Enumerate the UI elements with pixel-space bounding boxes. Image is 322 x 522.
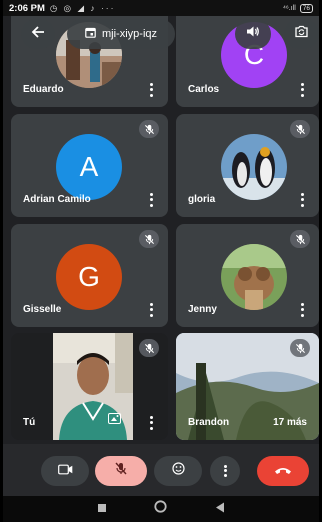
mic-off-icon — [290, 339, 310, 357]
more-options-button[interactable] — [210, 456, 240, 486]
arrow-left-icon — [31, 25, 45, 44]
videocam-icon — [57, 462, 73, 480]
mic-off-icon — [290, 230, 310, 248]
meet-call-screen: 2:06 PM ◷ ◎ ◢ ♪ ··· ⁴⁶.ıll 76 Eduardo C … — [3, 0, 319, 522]
back-nav-icon[interactable] — [215, 500, 225, 518]
avatar — [221, 134, 287, 200]
reactions-button[interactable] — [154, 456, 202, 486]
participant-tile-self[interactable]: Tú — [11, 333, 168, 440]
participant-name: Gisselle — [23, 304, 62, 315]
microphone-toggle-button[interactable] — [95, 456, 147, 486]
mic-off-icon — [139, 230, 159, 248]
more-vert-icon[interactable] — [297, 302, 307, 318]
battery-icon: 76 — [299, 3, 313, 13]
camera-toggle-button[interactable] — [41, 456, 89, 486]
camera-switch-icon — [294, 25, 309, 43]
signal-icon: ⁴⁶.ıll — [282, 4, 296, 12]
more-vert-icon[interactable] — [146, 82, 156, 98]
meeting-code: mji-xiyp-iqz — [102, 28, 157, 40]
avatar-initial: A — [79, 151, 99, 182]
calendar-icon — [85, 27, 96, 41]
participant-tile-brandon[interactable]: Brandon 17 más — [176, 333, 319, 440]
mic-off-icon — [115, 462, 127, 480]
participant-tile-adrian-camilo[interactable]: A Adrian Camilo — [11, 114, 168, 217]
system-navigation-bar — [3, 496, 319, 522]
avatar: G — [56, 244, 122, 310]
more-vert-icon[interactable] — [146, 415, 156, 431]
participant-name: Jenny — [188, 304, 217, 315]
meeting-info-button[interactable]: mji-xiyp-iqz — [67, 19, 175, 49]
audio-output-button[interactable] — [235, 19, 271, 49]
mic-off-icon — [139, 120, 159, 138]
status-time: 2:06 PM — [9, 2, 45, 14]
more-vert-icon[interactable] — [146, 192, 156, 208]
emoji-icon — [171, 462, 185, 480]
background-effects-icon[interactable] — [108, 411, 121, 429]
avatar — [221, 244, 287, 310]
home-icon[interactable] — [154, 500, 168, 518]
participant-tile-jenny[interactable]: Jenny — [176, 224, 319, 327]
avatar-initial: G — [78, 261, 100, 292]
participant-tile-gisselle[interactable]: G Gisselle — [11, 224, 168, 327]
more-vert-icon[interactable] — [297, 82, 307, 98]
back-button[interactable] — [21, 19, 55, 49]
more-vert-icon[interactable] — [297, 192, 307, 208]
notification-icons: ◷ ◎ ◢ ♪ ··· — [49, 2, 116, 13]
call-controls-bar — [3, 444, 319, 496]
more-vert-icon — [220, 464, 230, 478]
participant-name: Adrian Camilo — [23, 194, 91, 205]
participant-tile-gloria[interactable]: gloria — [176, 114, 319, 217]
mic-off-icon — [290, 120, 310, 138]
status-bar: 2:06 PM ◷ ◎ ◢ ♪ ··· ⁴⁶.ıll 76 — [3, 0, 319, 16]
avatar: A — [56, 134, 122, 200]
participant-name: Brandon — [188, 417, 230, 428]
speaker-icon — [246, 25, 260, 43]
self-video-feed — [53, 333, 133, 440]
participant-name: Carlos — [188, 84, 220, 95]
status-indicators: ⁴⁶.ıll 76 — [282, 3, 313, 13]
end-call-button[interactable] — [257, 456, 309, 486]
participant-name: gloria — [188, 194, 216, 205]
participant-name: Tú — [23, 417, 36, 428]
recents-icon[interactable] — [97, 500, 107, 518]
more-vert-icon[interactable] — [146, 302, 156, 318]
mic-off-icon — [139, 339, 159, 357]
more-participants-count[interactable]: 17 más — [273, 417, 307, 428]
switch-camera-button[interactable] — [284, 19, 319, 49]
participant-name: Eduardo — [23, 84, 64, 95]
call-end-icon — [274, 462, 292, 480]
